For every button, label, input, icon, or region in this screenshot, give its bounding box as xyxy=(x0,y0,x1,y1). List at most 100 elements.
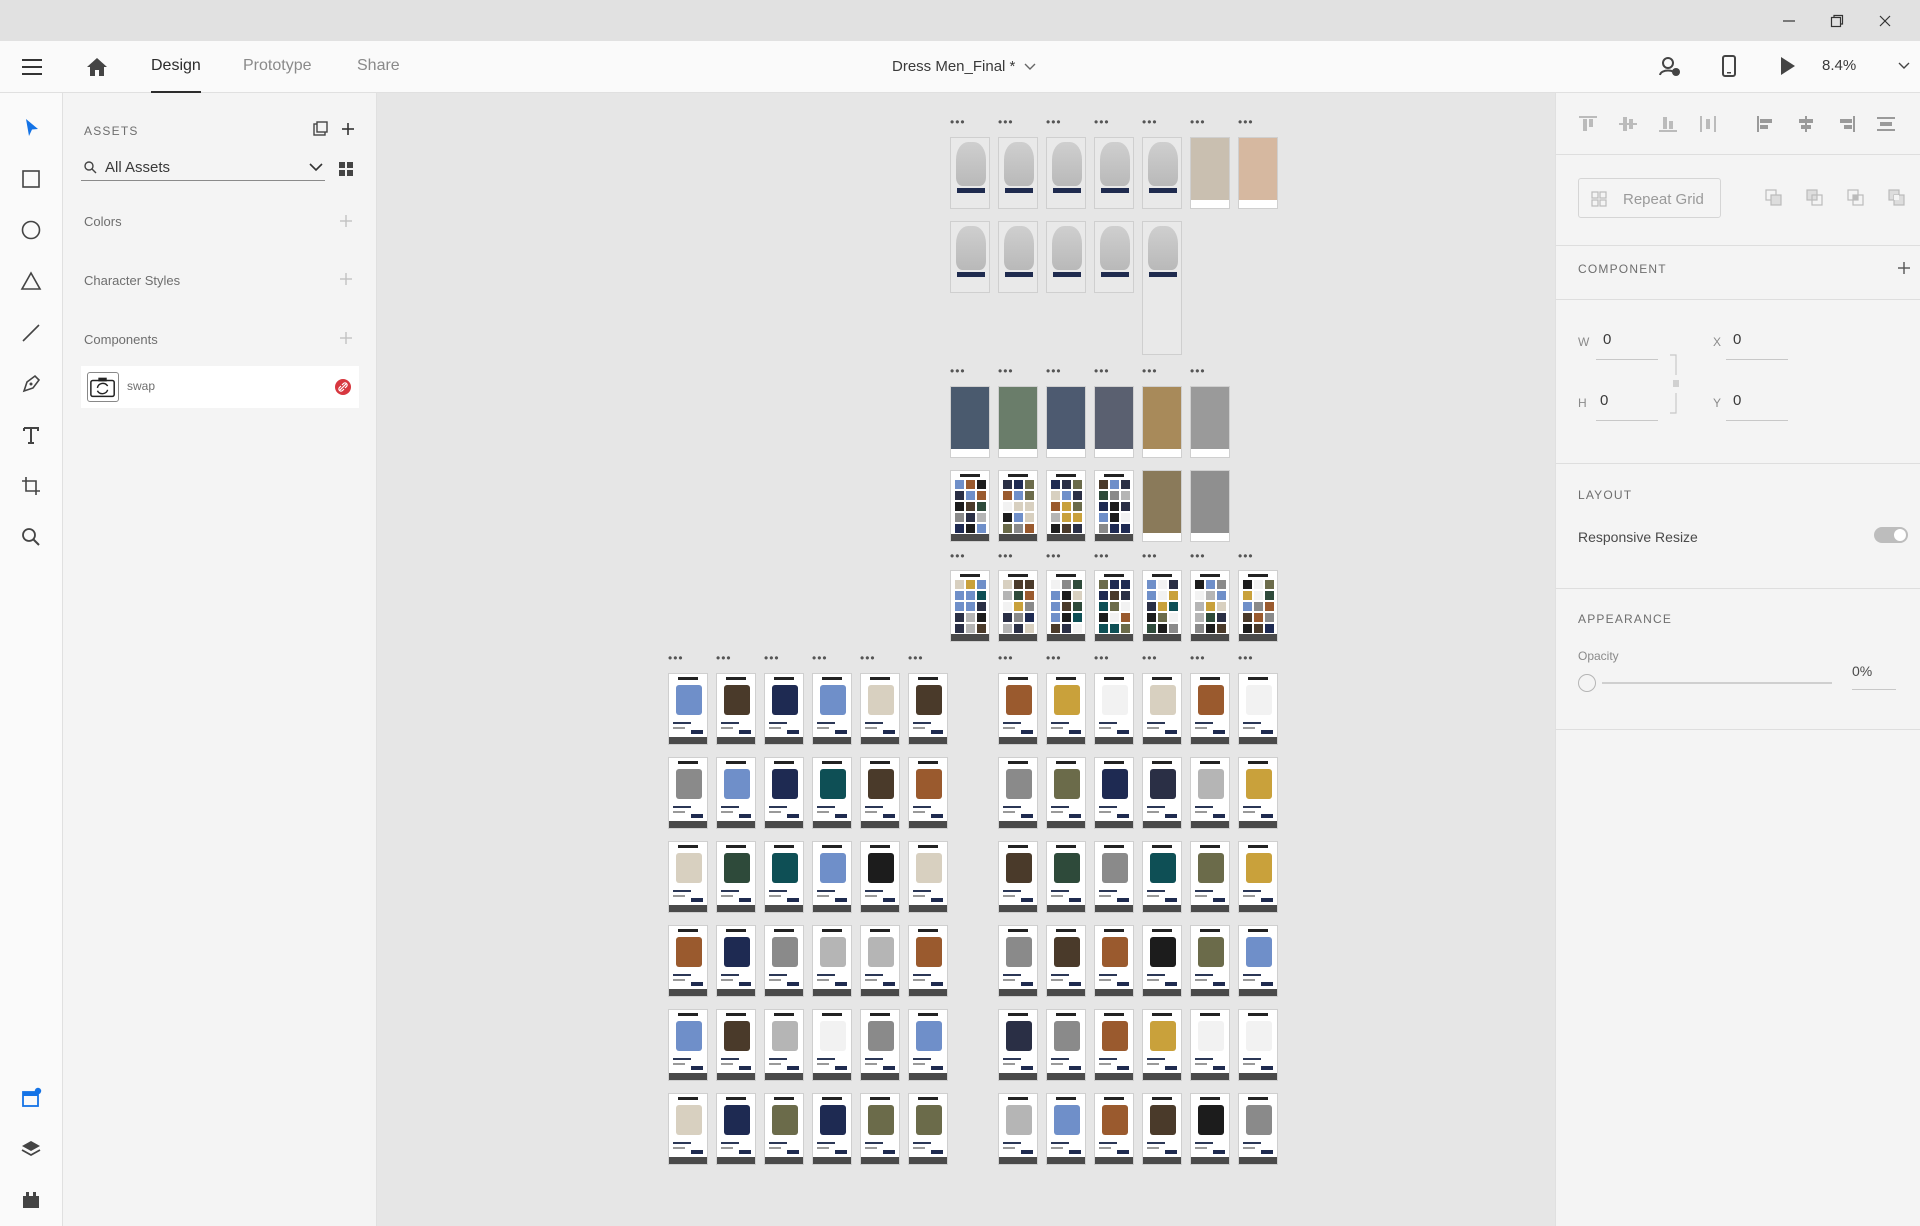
product-artboard[interactable] xyxy=(1142,1009,1182,1081)
onboarding-artboard[interactable] xyxy=(1094,137,1134,209)
opacity-slider-track[interactable] xyxy=(1602,682,1832,684)
photo-artboard[interactable] xyxy=(1142,470,1182,542)
product-artboard[interactable] xyxy=(764,1009,804,1081)
catalog-artboard[interactable] xyxy=(1190,570,1230,642)
product-artboard[interactable] xyxy=(860,925,900,997)
product-artboard[interactable] xyxy=(998,1093,1038,1165)
photo-artboard[interactable] xyxy=(950,386,990,458)
select-tool-icon[interactable] xyxy=(18,115,44,141)
product-artboard[interactable] xyxy=(998,841,1038,913)
onboarding-artboard[interactable] xyxy=(998,221,1038,293)
product-artboard[interactable] xyxy=(764,757,804,829)
align-center-icon[interactable] xyxy=(1796,115,1816,133)
product-artboard[interactable] xyxy=(1094,673,1134,745)
align-middle-icon[interactable] xyxy=(1618,115,1638,133)
product-artboard[interactable] xyxy=(764,1093,804,1165)
artboard-options-dots[interactable]: ••• xyxy=(668,652,684,664)
product-artboard[interactable] xyxy=(908,757,948,829)
product-artboard[interactable] xyxy=(812,673,852,745)
product-artboard[interactable] xyxy=(764,925,804,997)
add-asset-icon[interactable] xyxy=(340,121,356,137)
play-icon[interactable] xyxy=(1775,54,1799,78)
align-bottom-icon[interactable] xyxy=(1658,115,1678,133)
product-artboard[interactable] xyxy=(812,925,852,997)
zoom-chevron-down-icon[interactable] xyxy=(1898,62,1910,70)
device-preview-icon[interactable] xyxy=(1717,54,1741,78)
product-artboard[interactable] xyxy=(908,1009,948,1081)
opacity-field[interactable]: 0% xyxy=(1852,663,1872,679)
product-artboard[interactable] xyxy=(908,673,948,745)
photo-artboard[interactable] xyxy=(1190,470,1230,542)
product-artboard[interactable] xyxy=(1142,1093,1182,1165)
home-icon[interactable] xyxy=(84,54,110,80)
photo-artboard[interactable] xyxy=(1142,386,1182,458)
repeat-grid-button[interactable]: Repeat Grid xyxy=(1578,178,1721,218)
artboard-options-dots[interactable]: ••• xyxy=(998,116,1014,128)
align-left-icon[interactable] xyxy=(1756,115,1776,133)
tab-prototype[interactable]: Prototype xyxy=(243,57,311,93)
product-artboard[interactable] xyxy=(1142,673,1182,745)
product-artboard[interactable] xyxy=(764,841,804,913)
text-tool-icon[interactable] xyxy=(18,422,44,448)
artboard-options-dots[interactable]: ••• xyxy=(950,550,966,562)
ellipse-tool-icon[interactable] xyxy=(18,217,44,243)
product-artboard[interactable] xyxy=(668,757,708,829)
artboard-options-dots[interactable]: ••• xyxy=(950,116,966,128)
product-artboard[interactable] xyxy=(1094,925,1134,997)
add-color-icon[interactable] xyxy=(339,214,353,228)
onboarding-artboard[interactable] xyxy=(998,137,1038,209)
onboarding-artboard[interactable] xyxy=(1142,221,1182,355)
product-artboard[interactable] xyxy=(1190,673,1230,745)
catalog-artboard[interactable] xyxy=(1046,470,1086,542)
create-component-icon[interactable] xyxy=(1897,261,1911,275)
product-artboard[interactable] xyxy=(668,1009,708,1081)
product-artboard[interactable] xyxy=(1238,1009,1278,1081)
zoom-level[interactable]: 8.4% xyxy=(1822,57,1856,74)
product-artboard[interactable] xyxy=(716,1009,756,1081)
product-artboard[interactable] xyxy=(1142,925,1182,997)
product-artboard[interactable] xyxy=(668,673,708,745)
artboard-options-dots[interactable]: ••• xyxy=(1190,116,1206,128)
catalog-artboard[interactable] xyxy=(1046,570,1086,642)
onboarding-artboard[interactable] xyxy=(1094,221,1134,293)
catalog-artboard[interactable] xyxy=(1142,570,1182,642)
add-character-style-icon[interactable] xyxy=(339,272,353,286)
artboard-options-dots[interactable]: ••• xyxy=(1238,550,1254,562)
minimize-icon[interactable] xyxy=(1766,0,1812,41)
product-artboard[interactable] xyxy=(860,757,900,829)
artboard-options-dots[interactable]: ••• xyxy=(1046,116,1062,128)
document-title[interactable]: Dress Men_Final * xyxy=(892,58,1015,75)
grid-view-icon[interactable] xyxy=(339,162,353,176)
user-share-icon[interactable] xyxy=(1657,54,1681,78)
artboard-options-dots[interactable]: ••• xyxy=(908,652,924,664)
onboarding-artboard[interactable] xyxy=(1046,221,1086,293)
artboard-options-dots[interactable]: ••• xyxy=(1190,652,1206,664)
product-artboard[interactable] xyxy=(908,925,948,997)
product-artboard[interactable] xyxy=(716,1093,756,1165)
product-artboard[interactable] xyxy=(716,673,756,745)
catalog-artboard[interactable] xyxy=(950,470,990,542)
align-top-icon[interactable] xyxy=(1578,115,1598,133)
product-artboard[interactable] xyxy=(1094,841,1134,913)
artboard-options-dots[interactable]: ••• xyxy=(1238,116,1254,128)
artboard-options-dots[interactable]: ••• xyxy=(1142,550,1158,562)
product-artboard[interactable] xyxy=(860,1093,900,1165)
layers-panel-icon[interactable] xyxy=(18,1136,44,1162)
artboard-options-dots[interactable]: ••• xyxy=(1094,116,1110,128)
product-artboard[interactable] xyxy=(812,1009,852,1081)
artboard-options-dots[interactable]: ••• xyxy=(1142,652,1158,664)
product-artboard[interactable] xyxy=(716,925,756,997)
photo-artboard[interactable] xyxy=(998,386,1038,458)
artboard-options-dots[interactable]: ••• xyxy=(1094,652,1110,664)
lock-aspect-icon[interactable] xyxy=(1668,353,1680,415)
align-right-icon[interactable] xyxy=(1836,115,1856,133)
product-artboard[interactable] xyxy=(1094,1093,1134,1165)
product-artboard[interactable] xyxy=(908,841,948,913)
section-character-styles[interactable]: Character Styles xyxy=(84,273,180,288)
product-artboard[interactable] xyxy=(1190,1009,1230,1081)
product-artboard[interactable] xyxy=(1190,841,1230,913)
product-artboard[interactable] xyxy=(860,673,900,745)
boolean-intersect-icon[interactable] xyxy=(1847,189,1865,207)
pen-tool-icon[interactable] xyxy=(18,371,44,397)
product-artboard[interactable] xyxy=(764,673,804,745)
